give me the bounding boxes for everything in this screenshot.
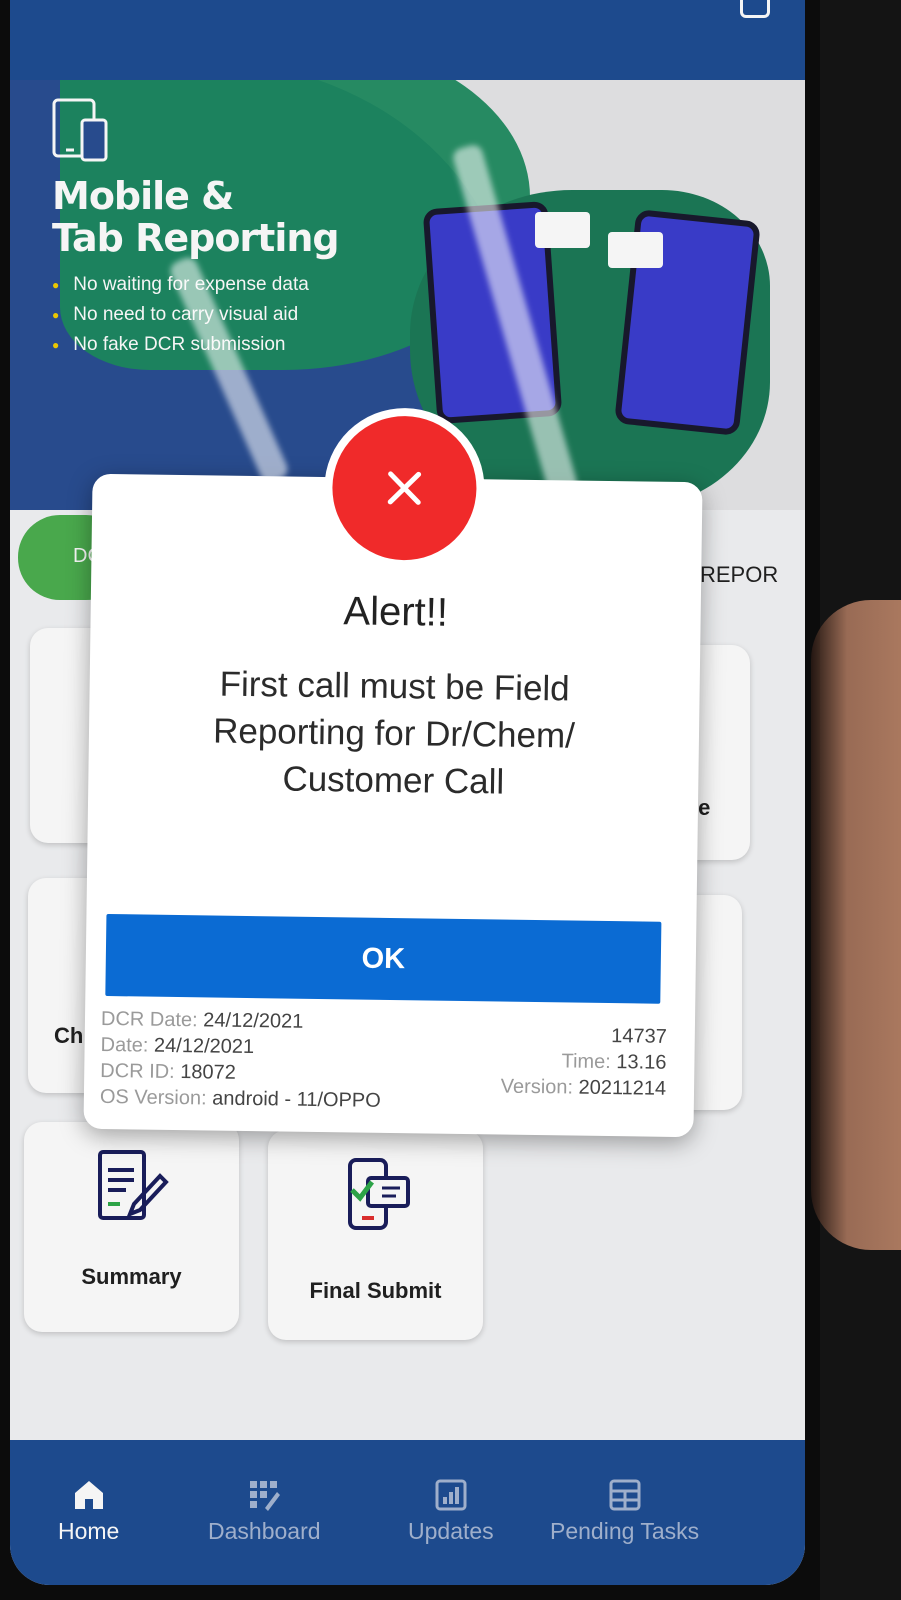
meta-label: Date: bbox=[100, 1033, 149, 1057]
close-icon bbox=[387, 471, 422, 505]
alert-title: Alert!! bbox=[343, 589, 449, 635]
meta-label: Time: bbox=[561, 1050, 611, 1074]
meta-label: Version: bbox=[500, 1075, 574, 1099]
alert-dialog: Alert!! First call must be Field Reporti… bbox=[83, 407, 703, 1138]
close-circle[interactable] bbox=[331, 415, 478, 562]
code-value: 14737 bbox=[611, 1025, 667, 1048]
version-value: 20211214 bbox=[578, 1076, 667, 1100]
meta-label: DCR ID: bbox=[100, 1059, 175, 1083]
hand-in-photo bbox=[811, 600, 901, 1250]
close-badge bbox=[323, 407, 486, 570]
meta-label: DCR Date: bbox=[100, 1007, 198, 1032]
dcr-date-value: 24/12/2021 bbox=[203, 1009, 304, 1033]
dcr-id-value: 18072 bbox=[180, 1061, 237, 1084]
ok-button[interactable]: OK bbox=[105, 914, 662, 1004]
meta-label: OS Version: bbox=[99, 1085, 207, 1110]
os-version-value: android - 11/OPPO bbox=[212, 1087, 381, 1112]
dcr-meta-left: DCR Date: 24/12/2021 Date: 24/12/2021 DC… bbox=[100, 1006, 382, 1114]
date-value: 24/12/2021 bbox=[153, 1034, 255, 1059]
time-value: 13.16 bbox=[616, 1051, 667, 1074]
alert-message: First call must be Field Reporting for D… bbox=[212, 664, 576, 802]
modal-overlay: Alert!! First call must be Field Reporti… bbox=[0, 0, 820, 1600]
dcr-meta-right: 14737 Time: 13.16 Version: 20211214 bbox=[501, 1022, 667, 1102]
